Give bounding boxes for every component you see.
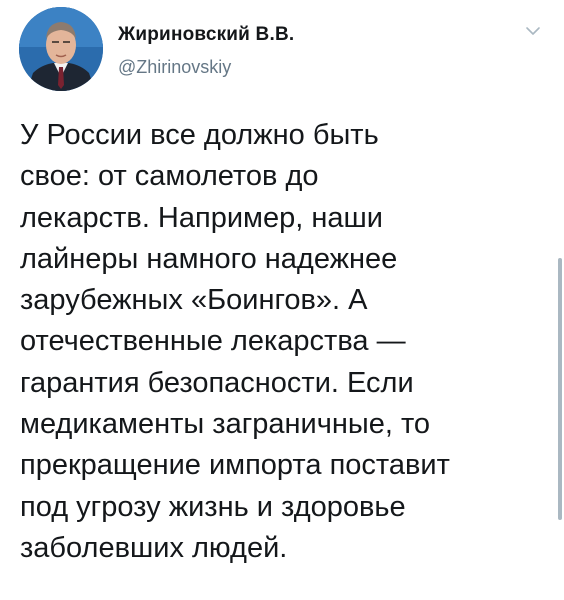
tweet-text-line: заболевших людей.: [20, 531, 288, 564]
tweet-text-line: У России все должно быть: [20, 119, 379, 151]
tweet-text-line: зарубежных «Боингов». А: [20, 284, 368, 317]
avatar-photo-icon: [19, 7, 103, 91]
tweet-text-line: свое: от самолетов до: [20, 160, 319, 193]
author-handle[interactable]: @Zhirinovskiy: [118, 57, 231, 78]
tweet-card: Жириновский В.В. @Zhirinovskiy У России …: [0, 0, 564, 600]
tweet-text-line: медикаменты заграничные, то: [20, 408, 431, 441]
tweet-text: У России все должно быть свое: от самоле…: [20, 115, 555, 569]
avatar[interactable]: [19, 7, 103, 91]
chevron-down-icon[interactable]: [524, 24, 542, 38]
tweet-text-line: отечественные лекарства —: [20, 325, 406, 358]
tweet-text-line: лекарств. Например, наши: [20, 201, 383, 234]
tweet-text-line: под угрозу жизнь и здоровье: [20, 490, 406, 523]
tweet-text-line: гарантия безопасности. Если: [20, 366, 414, 399]
author-display-name[interactable]: Жириновский В.В.: [118, 24, 294, 46]
scrollbar[interactable]: [558, 258, 562, 520]
tweet-text-line: прекращение импорта поставит: [20, 449, 450, 482]
tweet-text-line: лайнеры намного надежнее: [20, 242, 398, 275]
